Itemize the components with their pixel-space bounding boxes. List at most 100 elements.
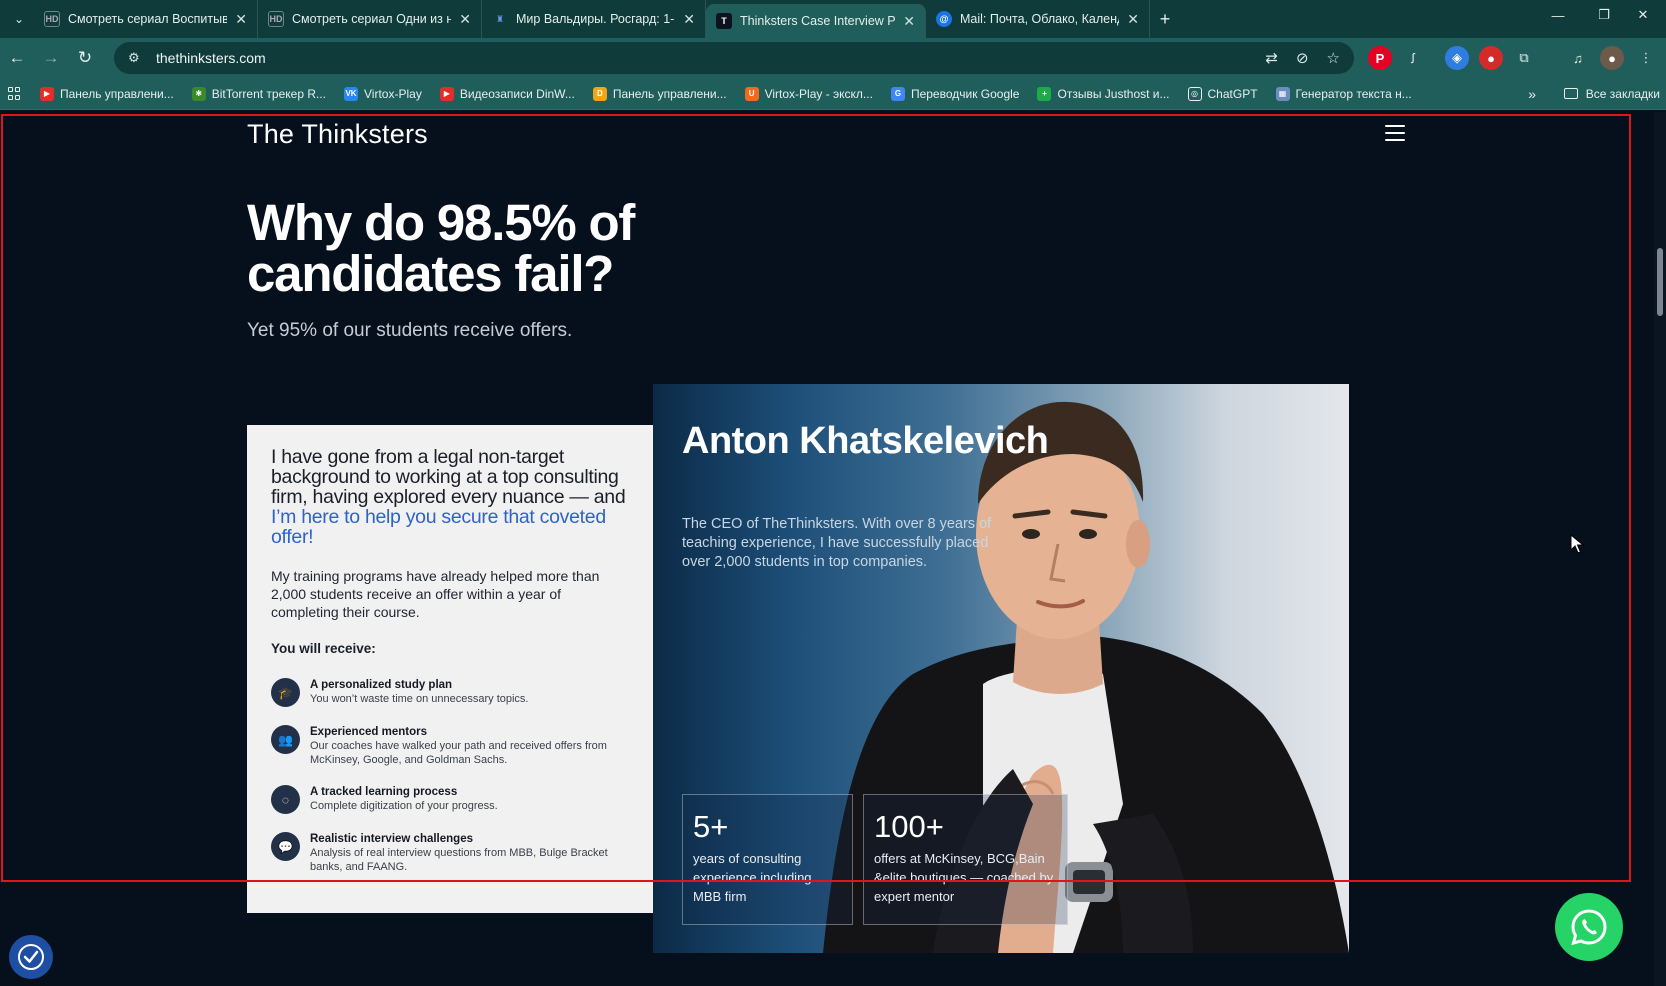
translate-extension-icon[interactable]: ꭍ: [1401, 46, 1425, 70]
restore-icon: ❐: [1598, 7, 1610, 22]
hamburger-menu-icon[interactable]: [1385, 125, 1405, 141]
stat-label: offers at McKinsey, BCG,Bain &elite bout…: [874, 851, 1054, 904]
tab-2[interactable]: HD Смотреть сериал Одни из нас ✕: [258, 0, 482, 38]
stat-number: 5+: [693, 809, 729, 844]
adblock-extension-icon[interactable]: ●: [1479, 46, 1503, 70]
bookmarks-bar: ▶ Панель управлени... ✱ BitTorrent трекер …: [0, 78, 1666, 110]
pitch-paragraph: My training programs have already helped…: [271, 568, 600, 620]
close-icon[interactable]: ✕: [459, 11, 471, 28]
back-button[interactable]: ←: [0, 42, 34, 74]
close-icon[interactable]: ✕: [903, 13, 915, 30]
tab-bar: ⌄ HD Смотреть сериал Воспитывая ✕ HD Смо…: [0, 0, 1666, 38]
translate-icon[interactable]: ⇄: [1265, 49, 1278, 67]
tab-search-button[interactable]: ⌄: [4, 4, 34, 34]
stat-card-offers: 100+ offers at McKinsey, BCG,Bain &elite…: [863, 794, 1068, 925]
all-bookmarks-button[interactable]: Все закладки: [1563, 87, 1660, 101]
apps-grid-icon[interactable]: [8, 86, 22, 101]
chevron-down-icon: ⌄: [13, 12, 25, 26]
close-window-button[interactable]: ✕: [1620, 0, 1666, 30]
bookmark-item[interactable]: U Virtox-Play - экскл...: [744, 86, 873, 101]
stat-label: years of consulting experience including…: [693, 851, 812, 904]
close-icon[interactable]: ✕: [235, 11, 247, 28]
forward-button[interactable]: →: [34, 42, 68, 74]
accessibility-icon: [18, 944, 44, 970]
tab-3[interactable]: ♜ Мир Вальдиры. Росгард: 1-8. Г ✕: [482, 0, 706, 38]
tab-title: Смотреть сериал Одни из нас: [292, 12, 452, 26]
extension-icon[interactable]: ◈: [1445, 46, 1469, 70]
feature-item: 🎓 A personalized study plan You won’t was…: [271, 678, 630, 707]
tab-title: Смотреть сериал Воспитывая: [68, 12, 228, 26]
receive-heading: You will receive:: [271, 641, 376, 656]
reload-button[interactable]: ↻: [68, 42, 102, 74]
tab-title: Thinksters Case Interview Prep:: [740, 14, 896, 28]
close-icon: ✕: [1637, 7, 1649, 22]
hero-subtitle: Yet 95% of our students receive offers.: [247, 320, 573, 341]
stat-card-experience: 5+ years of consulting experience includ…: [682, 794, 853, 925]
media-control-icon[interactable]: ♫: [1566, 46, 1590, 70]
youtube-icon: ▶: [439, 86, 454, 101]
reload-icon: ↻: [77, 48, 93, 67]
bookmark-item[interactable]: ◎ ChatGPT: [1187, 86, 1258, 101]
more-menu-icon[interactable]: ⋮: [1634, 46, 1658, 70]
vk-icon: VK: [344, 86, 359, 101]
new-tab-button[interactable]: +: [1150, 9, 1180, 30]
profile-avatar[interactable]: ●: [1600, 46, 1624, 70]
tab-thinksters-active[interactable]: T Thinksters Case Interview Prep: ✕: [706, 4, 926, 38]
site-settings-icon[interactable]: ⚙: [128, 50, 150, 66]
hd-favicon-icon: HD: [44, 11, 60, 27]
bookmark-item[interactable]: ▶ Видеозаписи DinW...: [439, 86, 575, 101]
minimize-button[interactable]: —: [1535, 0, 1581, 30]
youtube-icon: ▶: [40, 86, 54, 101]
tab-5[interactable]: @ Mail: Почта, Облако, Календар ✕: [926, 0, 1150, 38]
bookmark-item[interactable]: VK Virtox-Play: [344, 86, 422, 101]
ceo-description: The CEO of TheThinksters. With over 8 ye…: [682, 516, 992, 570]
arrow-left-icon: ←: [8, 48, 26, 67]
graduation-cap-icon: 🎓: [271, 678, 300, 707]
page-scrollbar-thumb[interactable]: [1657, 248, 1663, 316]
site-brand-logo[interactable]: The Thinksters: [247, 119, 428, 150]
mouse-cursor-icon: [1570, 534, 1584, 554]
bookmark-item[interactable]: ▦ Генератор текста н...: [1275, 86, 1412, 101]
close-icon[interactable]: ✕: [683, 11, 695, 28]
bookmark-item[interactable]: + Отзывы Justhost и...: [1037, 86, 1170, 101]
tab-title: Мир Вальдиры. Росгард: 1-8. Г: [516, 12, 675, 26]
feature-item: ◌ A tracked learning process Complete dig…: [271, 785, 630, 814]
tab-title: Mail: Почта, Облако, Календар: [960, 12, 1119, 26]
bookmark-item[interactable]: D Панель управлени...: [592, 86, 727, 101]
hd-favicon-icon: HD: [268, 11, 284, 27]
pinterest-extension-icon[interactable]: P: [1368, 46, 1392, 70]
mail-favicon-icon: @: [936, 11, 952, 27]
feature-item: 👥 Experienced mentors Our coaches have wa…: [271, 725, 630, 767]
ceo-name: Anton Khatskelevich: [682, 420, 1049, 462]
bittorrent-icon: ✱: [191, 86, 206, 101]
address-bar[interactable]: ⚙ thethinksters.com ⇄ ⊘ ☆: [114, 42, 1354, 74]
tab-1[interactable]: HD Смотреть сериал Воспитывая ✕: [34, 0, 258, 38]
plus-icon: +: [1037, 86, 1052, 101]
google-translate-icon: G: [890, 86, 905, 101]
pitch-quote-highlight: I’m here to help you secure that coveted…: [271, 506, 606, 548]
star-bookmark-icon[interactable]: ☆: [1327, 49, 1340, 67]
whatsapp-chat-button[interactable]: [1555, 893, 1623, 961]
bookmark-item[interactable]: G Переводчик Google: [890, 86, 1019, 101]
bookmark-item[interactable]: ▶ Панель управлени...: [40, 86, 174, 101]
close-icon[interactable]: ✕: [1127, 11, 1139, 28]
thinksters-favicon-icon: T: [716, 13, 732, 29]
progress-icon: ◌: [271, 785, 300, 814]
text-generator-icon: ▦: [1275, 86, 1290, 101]
page-scrollbar-track[interactable]: [1654, 112, 1666, 986]
litres-favicon-icon: ♜: [495, 13, 505, 24]
chatgpt-icon: ◎: [1187, 86, 1202, 101]
browser-toolbar: ← → ↻ ⚙ thethinksters.com ⇄ ⊘ ☆ P ꭍ ◈ ● …: [0, 38, 1666, 78]
hero-title: Why do 98.5% of candidates fail?: [247, 194, 635, 302]
people-icon: 👥: [271, 725, 300, 754]
omnibox-actions: ⇄ ⊘ ☆: [1265, 42, 1340, 74]
eye-off-icon[interactable]: ⊘: [1296, 49, 1309, 67]
puzzle-extensions-icon[interactable]: ⧉: [1512, 46, 1536, 70]
bookmark-item[interactable]: ✱ BitTorrent трекер R...: [191, 86, 326, 101]
whatsapp-icon: [1571, 909, 1607, 946]
url-text[interactable]: thethinksters.com: [156, 50, 266, 66]
accessibility-button[interactable]: [9, 935, 53, 979]
ceo-card: Anton Khatskelevich The CEO of TheThinks…: [653, 384, 1349, 953]
more-bookmarks-button[interactable]: »: [1528, 86, 1536, 102]
ucoz-icon: U: [744, 86, 759, 101]
